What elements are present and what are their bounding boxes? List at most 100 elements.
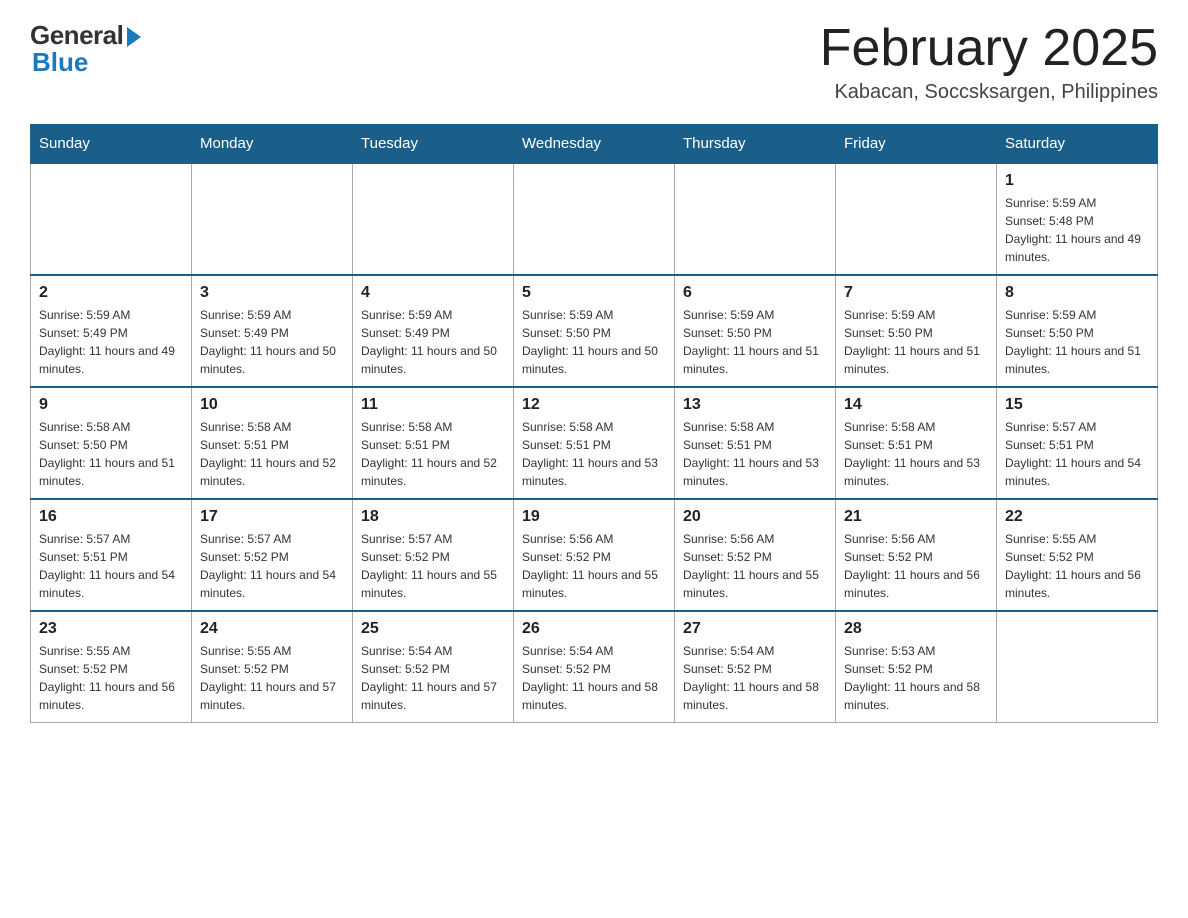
calendar-cell: 6Sunrise: 5:59 AMSunset: 5:50 PMDaylight…	[675, 275, 836, 387]
day-number: 12	[522, 396, 666, 414]
calendar-cell: 28 Sunrise: 5:53 AMSunset: 5:52 PMDayligh…	[836, 611, 997, 723]
day-number: 7	[844, 284, 988, 302]
day-info: Sunrise: 5:58 AMSunset: 5:50 PMDaylight:…	[39, 418, 183, 490]
calendar-cell: 23 Sunrise: 5:55 AMSunset: 5:52 PMDayligh…	[31, 611, 192, 723]
day-number: 24	[200, 620, 344, 638]
calendar-cell: 8 Sunrise: 5:59 AMSunset: 5:50 PMDaylight…	[997, 275, 1158, 387]
calendar-cell: 14 Sunrise: 5:58 AMSunset: 5:51 PMDayligh…	[836, 387, 997, 499]
day-info: Sunrise: 5:53 AMSunset: 5:52 PMDaylight:…	[844, 642, 988, 714]
calendar-week-row: 9 Sunrise: 5:58 AMSunset: 5:50 PMDaylight…	[31, 387, 1158, 499]
calendar-cell	[836, 163, 997, 275]
calendar-cell: 13Sunrise: 5:58 AMSunset: 5:51 PMDayligh…	[675, 387, 836, 499]
day-info: Sunrise: 5:55 AMSunset: 5:52 PMDaylight:…	[39, 642, 183, 714]
day-number: 22	[1005, 508, 1149, 526]
calendar-cell: 20 Sunrise: 5:56 AMSunset: 5:52 PMDayligh…	[675, 499, 836, 611]
day-info: Sunrise: 5:56 AMSunset: 5:52 PMDaylight:…	[683, 530, 827, 602]
calendar-cell: 18 Sunrise: 5:57 AMSunset: 5:52 PMDayligh…	[353, 499, 514, 611]
calendar-cell	[31, 163, 192, 275]
logo: General Blue	[30, 20, 141, 78]
calendar-cell: 3 Sunrise: 5:59 AMSunset: 5:49 PMDaylight…	[192, 275, 353, 387]
day-info: Sunrise: 5:57 AMSunset: 5:52 PMDaylight:…	[361, 530, 505, 602]
calendar-cell: 12 Sunrise: 5:58 AMSunset: 5:51 PMDayligh…	[514, 387, 675, 499]
day-number: 11	[361, 396, 505, 414]
calendar-cell	[675, 163, 836, 275]
weekday-header-friday: Friday	[836, 125, 997, 164]
day-number: 20	[683, 508, 827, 526]
title-section: February 2025 Kabacan, Soccsksargen, Phi…	[820, 20, 1158, 104]
calendar-cell: 4 Sunrise: 5:59 AMSunset: 5:49 PMDaylight…	[353, 275, 514, 387]
logo-blue-text: Blue	[32, 47, 88, 78]
weekday-header-monday: Monday	[192, 125, 353, 164]
day-number: 6	[683, 284, 827, 302]
day-info: Sunrise: 5:55 AMSunset: 5:52 PMDaylight:…	[200, 642, 344, 714]
day-info: Sunrise: 5:56 AMSunset: 5:52 PMDaylight:…	[522, 530, 666, 602]
calendar-cell: 24 Sunrise: 5:55 AMSunset: 5:52 PMDayligh…	[192, 611, 353, 723]
day-info: Sunrise: 5:56 AMSunset: 5:52 PMDaylight:…	[844, 530, 988, 602]
day-number: 8	[1005, 284, 1149, 302]
day-number: 26	[522, 620, 666, 638]
day-info: Sunrise: 5:55 AMSunset: 5:52 PMDaylight:…	[1005, 530, 1149, 602]
month-title: February 2025	[820, 20, 1158, 77]
day-number: 17	[200, 508, 344, 526]
day-number: 18	[361, 508, 505, 526]
day-info: Sunrise: 5:57 AMSunset: 5:51 PMDaylight:…	[39, 530, 183, 602]
calendar-cell: 25Sunrise: 5:54 AMSunset: 5:52 PMDayligh…	[353, 611, 514, 723]
calendar-cell: 27 Sunrise: 5:54 AMSunset: 5:52 PMDayligh…	[675, 611, 836, 723]
day-info: Sunrise: 5:58 AMSunset: 5:51 PMDaylight:…	[361, 418, 505, 490]
day-number: 4	[361, 284, 505, 302]
calendar-cell	[192, 163, 353, 275]
day-number: 1	[1005, 172, 1149, 190]
day-number: 27	[683, 620, 827, 638]
day-number: 21	[844, 508, 988, 526]
weekday-header-tuesday: Tuesday	[353, 125, 514, 164]
page-header: General Blue February 2025 Kabacan, Socc…	[30, 20, 1158, 104]
day-info: Sunrise: 5:57 AMSunset: 5:51 PMDaylight:…	[1005, 418, 1149, 490]
day-number: 28	[844, 620, 988, 638]
day-number: 5	[522, 284, 666, 302]
calendar-cell	[997, 611, 1158, 723]
day-info: Sunrise: 5:54 AMSunset: 5:52 PMDaylight:…	[683, 642, 827, 714]
calendar-cell: 17 Sunrise: 5:57 AMSunset: 5:52 PMDayligh…	[192, 499, 353, 611]
day-info: Sunrise: 5:59 AMSunset: 5:50 PMDaylight:…	[522, 306, 666, 378]
calendar-cell: 10Sunrise: 5:58 AMSunset: 5:51 PMDayligh…	[192, 387, 353, 499]
day-info: Sunrise: 5:57 AMSunset: 5:52 PMDaylight:…	[200, 530, 344, 602]
day-number: 23	[39, 620, 183, 638]
calendar-cell: 5 Sunrise: 5:59 AMSunset: 5:50 PMDaylight…	[514, 275, 675, 387]
calendar-cell: 19 Sunrise: 5:56 AMSunset: 5:52 PMDayligh…	[514, 499, 675, 611]
day-number: 16	[39, 508, 183, 526]
weekday-header-wednesday: Wednesday	[514, 125, 675, 164]
calendar-cell: 21 Sunrise: 5:56 AMSunset: 5:52 PMDayligh…	[836, 499, 997, 611]
location-title: Kabacan, Soccsksargen, Philippines	[820, 81, 1158, 104]
day-info: Sunrise: 5:59 AMSunset: 5:49 PMDaylight:…	[200, 306, 344, 378]
day-info: Sunrise: 5:59 AMSunset: 5:50 PMDaylight:…	[844, 306, 988, 378]
day-info: Sunrise: 5:54 AMSunset: 5:52 PMDaylight:…	[522, 642, 666, 714]
calendar-cell: 9 Sunrise: 5:58 AMSunset: 5:50 PMDaylight…	[31, 387, 192, 499]
weekday-header-sunday: Sunday	[31, 125, 192, 164]
day-number: 15	[1005, 396, 1149, 414]
day-info: Sunrise: 5:58 AMSunset: 5:51 PMDaylight:…	[844, 418, 988, 490]
day-info: Sunrise: 5:58 AMSunset: 5:51 PMDaylight:…	[683, 418, 827, 490]
logo-arrow-icon	[127, 27, 141, 47]
calendar-week-row: 23 Sunrise: 5:55 AMSunset: 5:52 PMDayligh…	[31, 611, 1158, 723]
day-number: 3	[200, 284, 344, 302]
day-number: 19	[522, 508, 666, 526]
day-info: Sunrise: 5:59 AMSunset: 5:49 PMDaylight:…	[361, 306, 505, 378]
calendar-cell: 16 Sunrise: 5:57 AMSunset: 5:51 PMDayligh…	[31, 499, 192, 611]
calendar-week-row: 2 Sunrise: 5:59 AMSunset: 5:49 PMDaylight…	[31, 275, 1158, 387]
day-number: 9	[39, 396, 183, 414]
calendar-cell: 2 Sunrise: 5:59 AMSunset: 5:49 PMDaylight…	[31, 275, 192, 387]
day-info: Sunrise: 5:58 AMSunset: 5:51 PMDaylight:…	[522, 418, 666, 490]
day-number: 10	[200, 396, 344, 414]
calendar-cell: 1 Sunrise: 5:59 AMSunset: 5:48 PMDaylight…	[997, 163, 1158, 275]
calendar-cell: 26 Sunrise: 5:54 AMSunset: 5:52 PMDayligh…	[514, 611, 675, 723]
day-info: Sunrise: 5:54 AMSunset: 5:52 PMDaylight:…	[361, 642, 505, 714]
calendar-cell: 11 Sunrise: 5:58 AMSunset: 5:51 PMDayligh…	[353, 387, 514, 499]
calendar-cell: 15 Sunrise: 5:57 AMSunset: 5:51 PMDayligh…	[997, 387, 1158, 499]
day-info: Sunrise: 5:59 AMSunset: 5:50 PMDaylight:…	[1005, 306, 1149, 378]
day-info: Sunrise: 5:59 AMSunset: 5:49 PMDaylight:…	[39, 306, 183, 378]
day-number: 14	[844, 396, 988, 414]
day-info: Sunrise: 5:59 AMSunset: 5:48 PMDaylight:…	[1005, 194, 1149, 266]
calendar-cell: 22 Sunrise: 5:55 AMSunset: 5:52 PMDayligh…	[997, 499, 1158, 611]
calendar-week-row: 16 Sunrise: 5:57 AMSunset: 5:51 PMDayligh…	[31, 499, 1158, 611]
day-number: 2	[39, 284, 183, 302]
